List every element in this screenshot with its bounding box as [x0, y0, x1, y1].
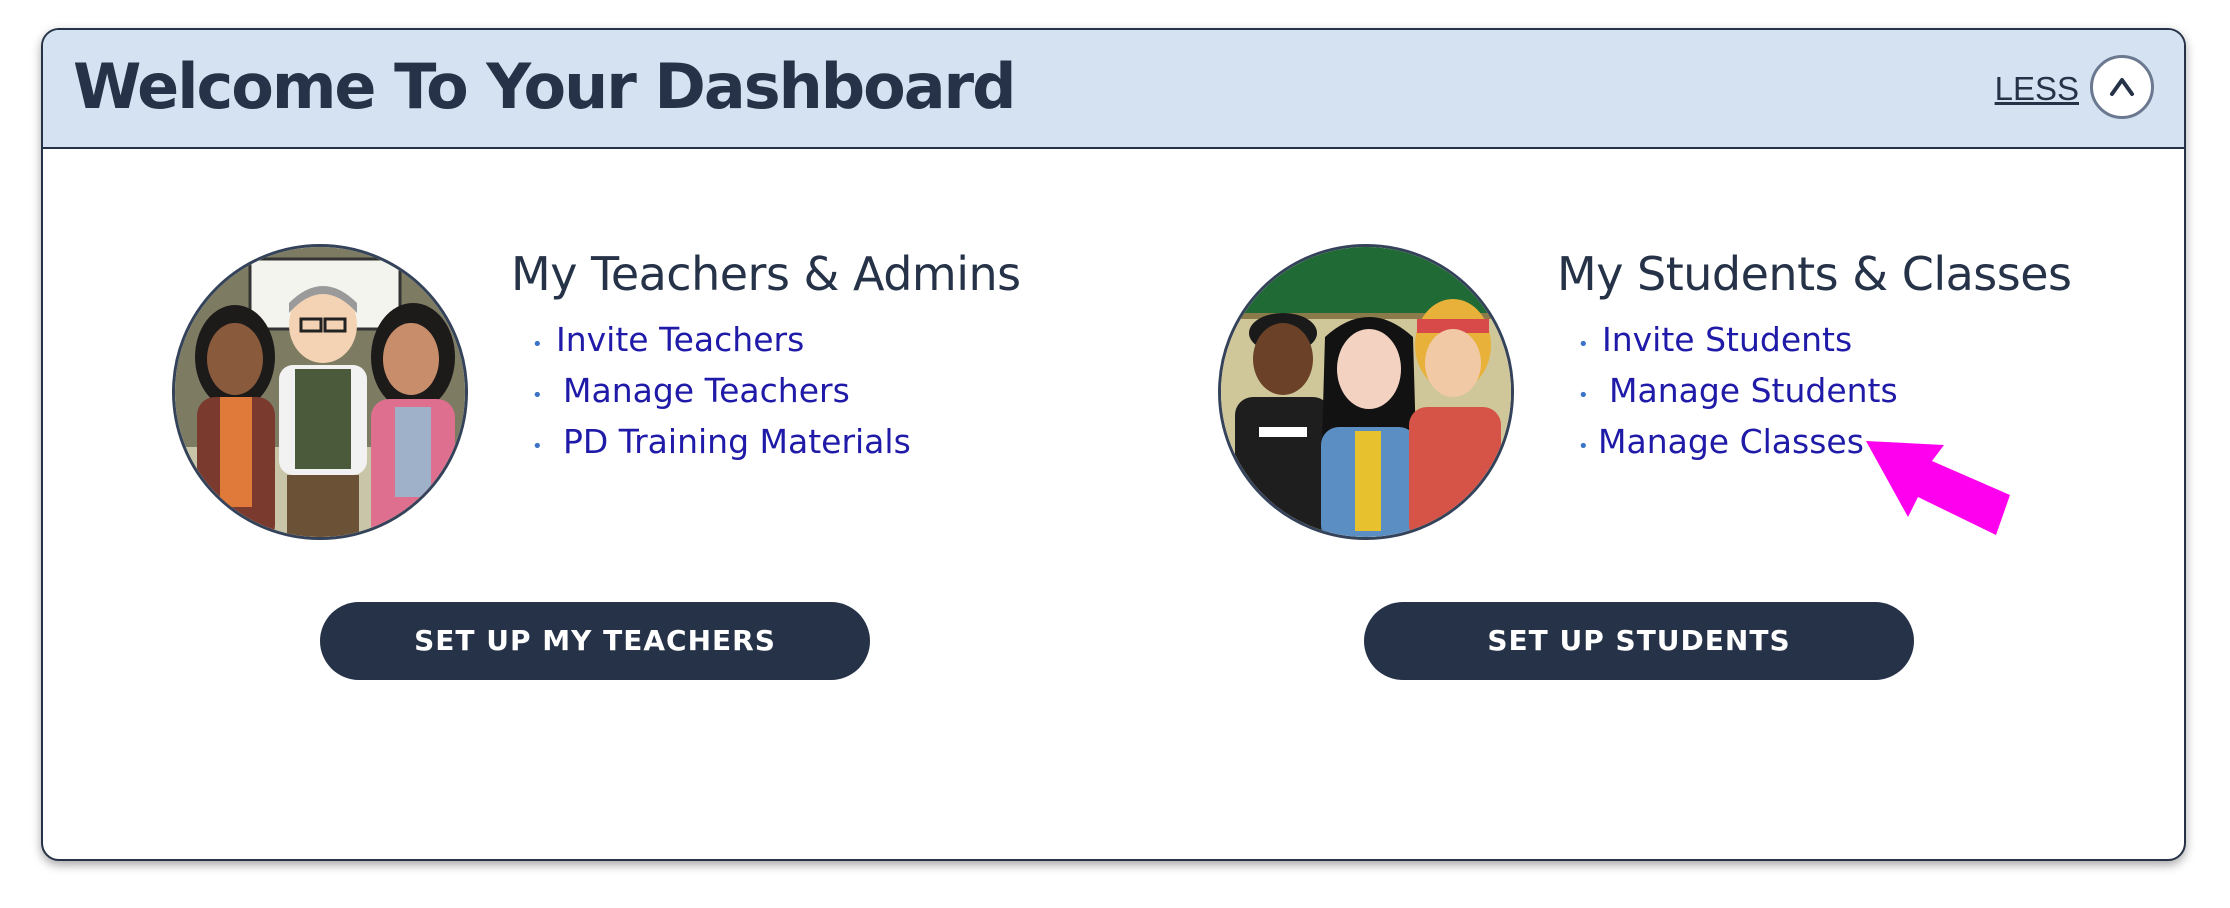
invite-teachers-link[interactable]: Invite Teachers [556, 320, 804, 359]
manage-classes-link[interactable]: Manage Classes [1598, 422, 1864, 461]
bullet-icon: • [532, 436, 543, 457]
pointer-arrow-icon [1866, 441, 2010, 535]
teachers-section-title: My Teachers & Admins [511, 247, 1021, 301]
bullet-icon: • [1578, 436, 1589, 457]
bullet-icon: • [1578, 385, 1589, 406]
invite-students-link[interactable]: Invite Students [1602, 320, 1852, 359]
set-up-students-button[interactable]: SET UP STUDENTS [1364, 602, 1914, 680]
pd-training-materials-link[interactable]: PD Training Materials [563, 422, 911, 461]
teachers-illustration [172, 244, 468, 540]
manage-students-link[interactable]: Manage Students [1609, 371, 1898, 410]
bullet-icon: • [532, 385, 543, 406]
students-illustration [1218, 244, 1514, 540]
bullet-icon: • [532, 334, 543, 355]
set-up-my-teachers-button[interactable]: SET UP MY TEACHERS [320, 602, 870, 680]
chevron-up-icon [2110, 78, 2134, 96]
less-toggle-link[interactable]: LESS [1995, 70, 2079, 108]
manage-teachers-link[interactable]: Manage Teachers [563, 371, 850, 410]
collapse-button[interactable] [2090, 55, 2154, 119]
panel-header: Welcome To Your Dashboard LESS [43, 30, 2184, 149]
students-section-title: My Students & Classes [1557, 247, 2072, 301]
bullet-icon: • [1578, 334, 1589, 355]
page-title: Welcome To Your Dashboard [73, 50, 1017, 123]
